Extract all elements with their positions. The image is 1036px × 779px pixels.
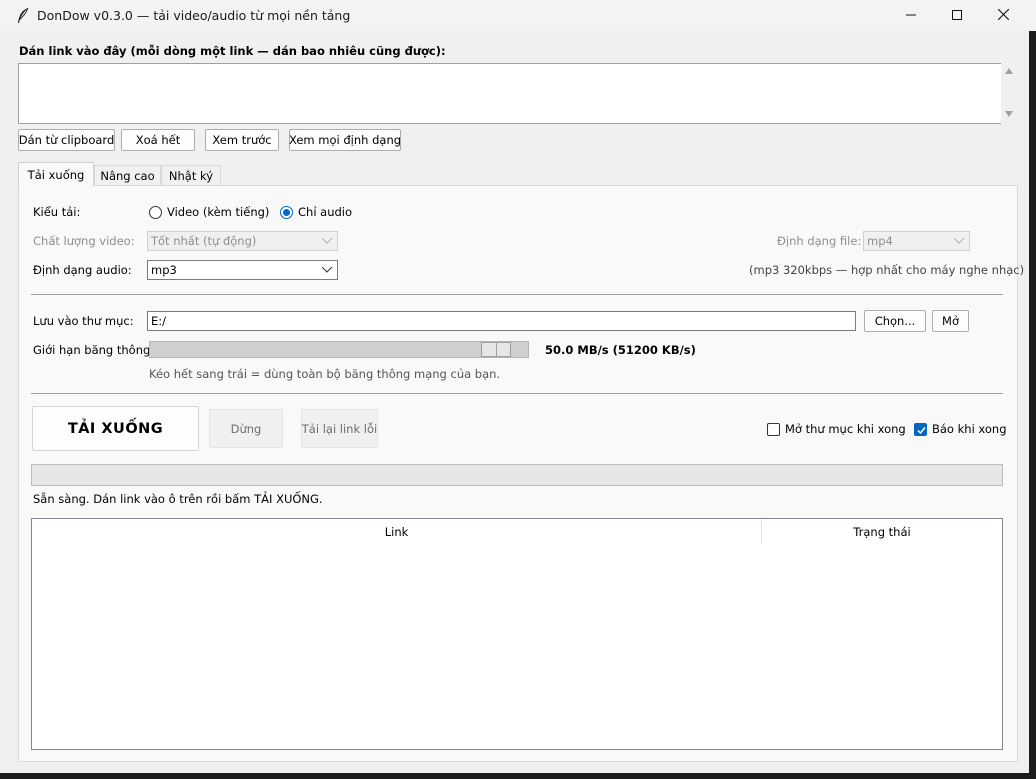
column-header-status[interactable]: Trạng thái bbox=[762, 519, 1002, 544]
view-formats-button[interactable]: Xem mọi định dạng bbox=[289, 129, 401, 151]
app-window: DonDow v0.3.0 — tải video/audio từ mọi n… bbox=[0, 0, 1036, 773]
minimize-icon bbox=[906, 9, 916, 23]
save-dir-input[interactable]: E:/ bbox=[147, 311, 856, 331]
video-quality-select[interactable]: Tốt nhất (tự động) bbox=[147, 231, 338, 251]
window-edge bbox=[1029, 31, 1036, 779]
tab-log[interactable]: Nhật ký bbox=[161, 165, 221, 186]
scroll-down-arrow-icon[interactable] bbox=[1005, 111, 1013, 117]
bandwidth-label: Giới hạn băng thông: bbox=[33, 343, 155, 357]
links-textarea[interactable] bbox=[18, 63, 1001, 124]
open-folder-button[interactable]: Mở bbox=[932, 310, 969, 332]
file-format-label: Định dạng file: bbox=[777, 234, 862, 248]
open-folder-when-done-checkbox[interactable] bbox=[767, 423, 780, 436]
maximize-icon bbox=[952, 9, 962, 23]
window-title: DonDow v0.3.0 — tải video/audio từ mọi n… bbox=[37, 8, 351, 23]
feather-icon bbox=[16, 7, 30, 25]
choose-folder-button[interactable]: Chọn... bbox=[864, 310, 926, 332]
radio-video-label[interactable]: Video (kèm tiếng) bbox=[167, 205, 269, 219]
bandwidth-slider[interactable] bbox=[149, 341, 529, 358]
divider bbox=[31, 294, 1003, 295]
open-folder-when-done-label[interactable]: Mở thư mục khi xong bbox=[785, 422, 906, 436]
save-dir-label: Lưu vào thư mục: bbox=[33, 314, 134, 328]
notify-when-done-checkbox[interactable] bbox=[914, 423, 927, 436]
chevron-down-icon bbox=[951, 233, 967, 249]
clear-all-button[interactable]: Xoá hết bbox=[121, 129, 195, 151]
checkmark-icon bbox=[917, 427, 926, 435]
bandwidth-hint: Kéo hết sang trái = dùng toàn bộ băng th… bbox=[149, 367, 501, 381]
progress-bar bbox=[31, 464, 1003, 486]
minimize-button[interactable] bbox=[888, 0, 934, 31]
radio-video[interactable] bbox=[149, 206, 162, 219]
links-scrollbar[interactable] bbox=[1001, 63, 1018, 124]
divider bbox=[31, 393, 1003, 394]
bandwidth-value: 50.0 MB/s (51200 KB/s) bbox=[545, 343, 696, 357]
chevron-down-icon bbox=[319, 262, 335, 278]
radio-audio-only[interactable] bbox=[280, 206, 293, 219]
links-label: Dán link vào đây (mỗi dòng một link — dá… bbox=[19, 44, 446, 58]
maximize-button[interactable] bbox=[934, 0, 980, 31]
audio-format-value: mp3 bbox=[151, 263, 177, 277]
close-icon bbox=[997, 8, 1009, 23]
status-text: Sẵn sàng. Dán link vào ô trên rồi bấm TẢ… bbox=[33, 492, 323, 506]
audio-format-label: Định dạng audio: bbox=[33, 263, 132, 277]
retry-failed-button[interactable]: Tải lại link lỗi bbox=[301, 409, 378, 448]
file-format-value: mp4 bbox=[867, 234, 893, 248]
audio-format-select[interactable]: mp3 bbox=[147, 260, 338, 280]
slider-thumb[interactable] bbox=[481, 342, 511, 357]
stop-button[interactable]: Dừng bbox=[209, 409, 283, 448]
paste-clipboard-button[interactable]: Dán từ clipboard bbox=[18, 129, 115, 151]
video-quality-value: Tốt nhất (tự động) bbox=[151, 234, 257, 248]
radio-audio-label[interactable]: Chỉ audio bbox=[298, 205, 352, 219]
download-button[interactable]: TẢI XUỐNG bbox=[32, 406, 199, 451]
video-quality-label: Chất lượng video: bbox=[33, 234, 135, 248]
chevron-down-icon bbox=[319, 233, 335, 249]
tab-download[interactable]: Tải xuống bbox=[18, 162, 94, 186]
close-button[interactable] bbox=[980, 0, 1026, 31]
scroll-up-arrow-icon[interactable] bbox=[1005, 68, 1013, 74]
notify-when-done-label[interactable]: Báo khi xong bbox=[932, 422, 1007, 436]
column-header-link[interactable]: Link bbox=[32, 519, 762, 544]
preview-button[interactable]: Xem trước bbox=[205, 129, 279, 151]
download-list-table[interactable]: Link Trạng thái bbox=[31, 518, 1003, 750]
audio-hint: (mp3 320kbps — hợp nhất cho máy nghe nhạ… bbox=[749, 263, 1025, 277]
mode-label: Kiểu tải: bbox=[33, 205, 81, 219]
tab-advanced[interactable]: Nâng cao bbox=[94, 165, 161, 186]
file-format-select[interactable]: mp4 bbox=[863, 231, 970, 251]
title-bar[interactable]: DonDow v0.3.0 — tải video/audio từ mọi n… bbox=[0, 0, 1036, 31]
